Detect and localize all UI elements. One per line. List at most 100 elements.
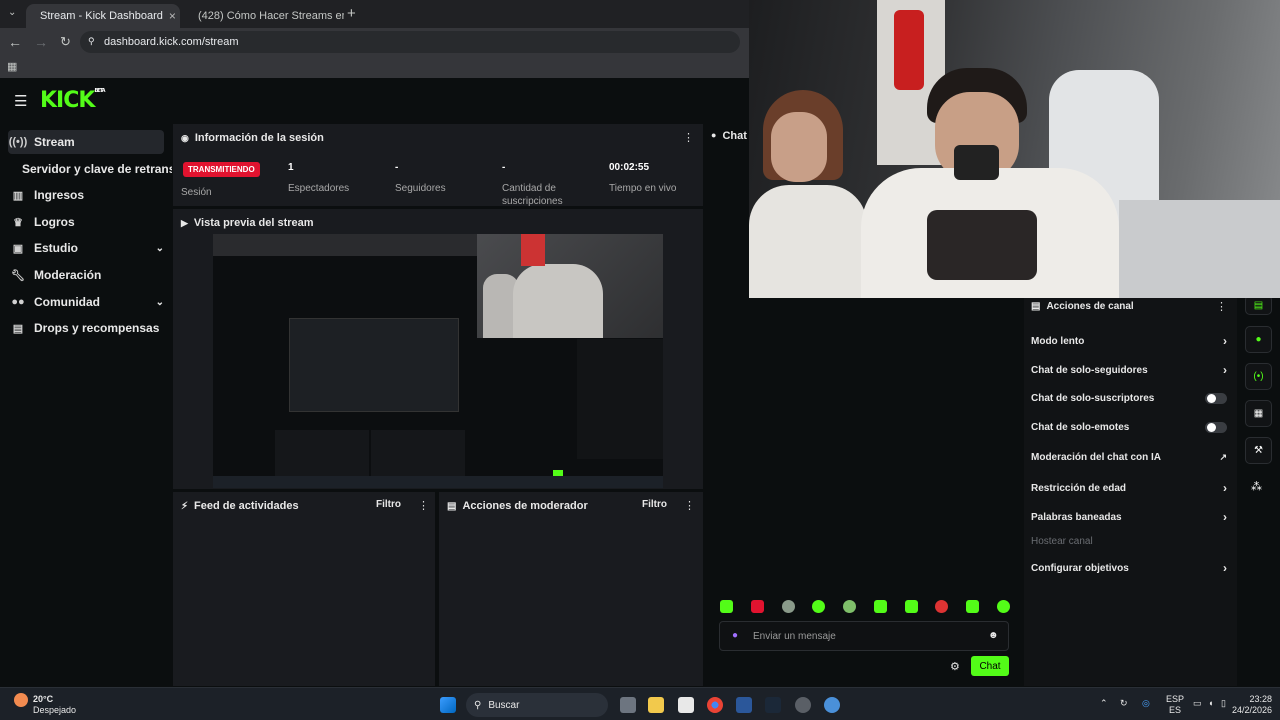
filter-button[interactable]: Filtro bbox=[642, 499, 667, 510]
weather-temp[interactable]: 20°C bbox=[33, 694, 53, 704]
tab-kick-dashboard[interactable]: Stream - Kick Dashboard × bbox=[26, 4, 180, 28]
task-view-icon[interactable] bbox=[620, 697, 636, 713]
send-chat-button[interactable]: Chat bbox=[971, 656, 1009, 676]
sidebar-item-estudio[interactable]: ▣ Estudio ⌄ bbox=[8, 236, 164, 260]
sidebar-item-logros[interactable]: ♛ Logros bbox=[8, 210, 164, 234]
chat-title-text: Chat bbox=[722, 130, 747, 142]
community-icon[interactable]: ⁂ bbox=[1251, 480, 1262, 493]
microphone-icon[interactable]: ● bbox=[732, 630, 738, 641]
emotes-only-toggle[interactable] bbox=[1205, 422, 1227, 433]
tray-chevron-up-icon[interactable]: ⌃ bbox=[1100, 698, 1108, 709]
chevron-right-icon: › bbox=[1223, 510, 1227, 524]
rail-tools-button[interactable]: ⚒ bbox=[1245, 437, 1272, 464]
store-icon[interactable] bbox=[678, 697, 694, 713]
new-tab-plus-icon[interactable]: + bbox=[347, 5, 356, 22]
more-options-icon[interactable]: ⋮ bbox=[683, 131, 694, 144]
obs-icon[interactable] bbox=[795, 697, 811, 713]
emote-icon[interactable] bbox=[720, 600, 733, 613]
action-label: Palabras baneadas bbox=[1031, 511, 1122, 523]
activity-feed-panel: ⚡︎ Feed de actividades Filtro ⋮ bbox=[173, 492, 435, 686]
chrome-icon[interactable] bbox=[707, 697, 723, 713]
action-slow-mode[interactable]: Modo lento › bbox=[1031, 334, 1227, 348]
sidebar-item-stream[interactable]: ((•)) Stream bbox=[8, 130, 164, 154]
volume-icon[interactable]: ◖ bbox=[1208, 698, 1213, 708]
tab-search-icon[interactable]: ⌄ bbox=[8, 7, 16, 18]
settings-gear-icon[interactable]: ⚙ bbox=[950, 660, 960, 673]
chevron-down-icon: ⌄ bbox=[155, 296, 164, 308]
kick-header: ☰ KICKBETA bbox=[0, 80, 750, 124]
reload-icon[interactable]: ↻ bbox=[60, 34, 71, 50]
more-options-icon[interactable]: ⋮ bbox=[418, 499, 429, 512]
layout-icon: ▦ bbox=[1253, 408, 1264, 419]
rail-list-button[interactable]: ▤ bbox=[1245, 295, 1272, 315]
action-followers-only[interactable]: Chat de solo-seguidores › bbox=[1031, 363, 1227, 377]
quick-actions-rail: ▤ ● (•) ▦ ⚒ ⁂ bbox=[1237, 295, 1280, 686]
tray-edge-icon[interactable]: ◎ bbox=[1142, 698, 1150, 709]
emote-bar bbox=[720, 600, 1010, 616]
site-info-icon[interactable]: ⚲ bbox=[88, 36, 95, 47]
emote-icon[interactable] bbox=[750, 600, 764, 613]
tab-youtube[interactable]: (428) Cómo Hacer Streams en × bbox=[184, 4, 344, 28]
url-bar[interactable]: ⚲ dashboard.kick.com/stream bbox=[80, 31, 740, 53]
action-ai-moderation[interactable]: Moderación del chat con IA ↗ bbox=[1031, 452, 1227, 463]
network-icon[interactable]: ▭ bbox=[1193, 698, 1202, 709]
fire-extinguisher bbox=[894, 10, 924, 90]
action-age-restriction[interactable]: Restricción de edad › bbox=[1031, 481, 1227, 495]
emote-icon[interactable] bbox=[966, 600, 980, 613]
rail-layout-button[interactable]: ▦ bbox=[1245, 400, 1272, 427]
emoji-icon[interactable]: ☻ bbox=[988, 630, 999, 641]
kick-logo[interactable]: KICKBETA bbox=[40, 88, 106, 113]
emote-icon[interactable] bbox=[812, 600, 826, 613]
filter-button[interactable]: Filtro bbox=[376, 499, 401, 510]
sidebar-item-moderacion[interactable]: 🔧︎ Moderación bbox=[8, 263, 164, 287]
sidebar-item-server-key[interactable]: Servidor y clave de retransm bbox=[22, 157, 172, 181]
studio-icon: ▣ bbox=[12, 242, 24, 255]
emote-icon[interactable] bbox=[843, 600, 857, 613]
browser-tab-bar: ⌄ Stream - Kick Dashboard × (428) Cómo H… bbox=[0, 0, 750, 28]
emote-icon[interactable] bbox=[904, 600, 918, 613]
language-indicator[interactable]: ESP bbox=[1166, 694, 1184, 704]
stream-preview-video[interactable] bbox=[213, 234, 663, 488]
windows-start-icon[interactable] bbox=[440, 697, 456, 713]
weather-desc[interactable]: Despejado bbox=[33, 705, 76, 715]
stat-value: - bbox=[502, 162, 506, 173]
apps-grid-icon[interactable]: ▦ bbox=[7, 61, 17, 73]
close-icon[interactable]: × bbox=[169, 9, 176, 23]
word-icon[interactable] bbox=[736, 697, 752, 713]
clock-date[interactable]: 24/2/2026 bbox=[1226, 705, 1272, 715]
stat-label: Seguidores bbox=[395, 183, 446, 194]
chat-message-input[interactable]: ● Enviar un mensaje ☻ bbox=[719, 621, 1009, 651]
panel-title-text: Acciones de canal bbox=[1046, 301, 1134, 312]
taskbar-search[interactable]: ⚲ Buscar bbox=[466, 693, 608, 717]
sidebar-item-comunidad[interactable]: ●● Comunidad ⌄ bbox=[8, 290, 164, 314]
more-options-icon[interactable]: ⋮ bbox=[684, 499, 695, 512]
action-banned-words[interactable]: Palabras baneadas › bbox=[1031, 510, 1227, 524]
forward-arrow-icon[interactable]: → bbox=[34, 34, 48, 50]
panel-title-text: Acciones de moderador bbox=[462, 500, 588, 512]
steam-icon[interactable] bbox=[765, 697, 781, 713]
back-arrow-icon[interactable]: ← bbox=[8, 34, 22, 50]
emote-icon[interactable] bbox=[873, 600, 887, 613]
sidebar-item-ingresos[interactable]: ▥ Ingresos bbox=[8, 183, 164, 207]
stat-value: 00:02:55 bbox=[609, 162, 650, 173]
emote-icon[interactable] bbox=[996, 600, 1010, 613]
settings-app-icon[interactable] bbox=[824, 697, 840, 713]
file-explorer-icon[interactable] bbox=[648, 697, 664, 713]
person-left-shirt bbox=[749, 185, 867, 298]
hamburger-menu-icon[interactable]: ☰ bbox=[14, 92, 27, 110]
more-options-icon[interactable]: ⋮ bbox=[1216, 300, 1227, 313]
chevron-right-icon: › bbox=[1223, 561, 1227, 575]
chevron-right-icon: › bbox=[1223, 481, 1227, 495]
emote-icon[interactable] bbox=[935, 600, 949, 613]
clock-time[interactable]: 23:28 bbox=[1234, 694, 1272, 704]
emote-icon[interactable] bbox=[781, 600, 795, 613]
action-configure-goals[interactable]: Configurar objetivos › bbox=[1031, 561, 1227, 575]
subscribers-only-toggle[interactable] bbox=[1205, 393, 1227, 404]
action-subscribers-only: Chat de solo-suscriptores bbox=[1031, 393, 1227, 404]
sidebar-item-drops[interactable]: ▤ Drops y recompensas bbox=[8, 316, 164, 340]
tray-sync-icon[interactable]: ↻ bbox=[1120, 698, 1128, 709]
dashboard-sidebar: ((•)) Stream Servidor y clave de retransm… bbox=[0, 124, 172, 686]
rail-broadcast-button[interactable]: (•) bbox=[1245, 363, 1272, 390]
rail-chat-button[interactable]: ● bbox=[1245, 326, 1272, 353]
shirt-print bbox=[927, 210, 1037, 280]
